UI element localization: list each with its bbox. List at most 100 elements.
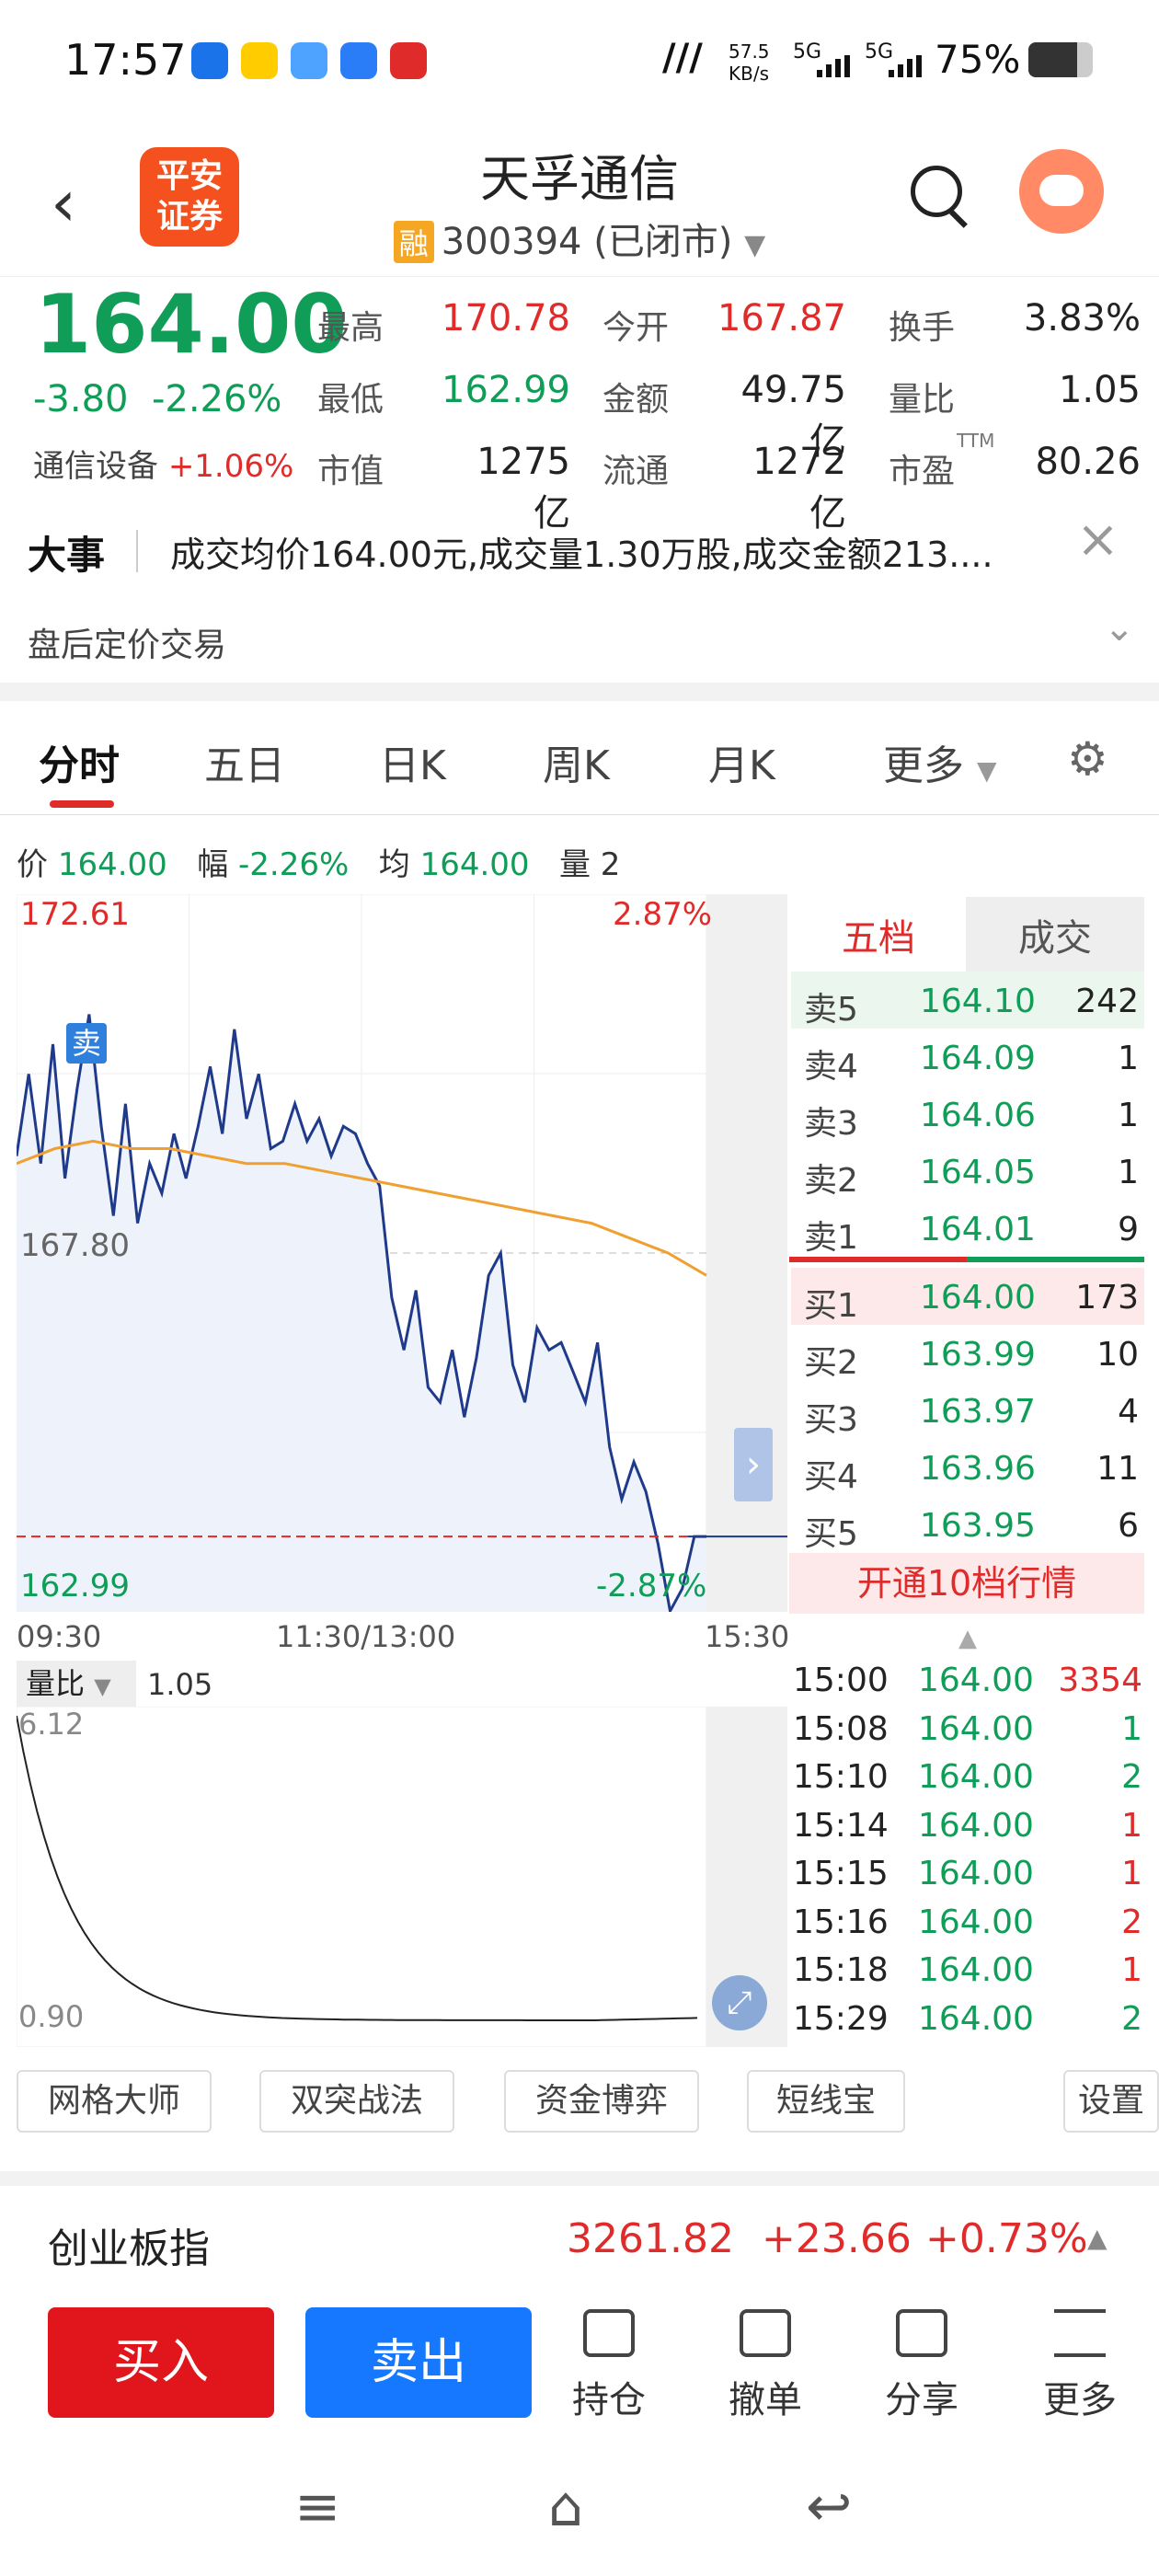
tool-grid-master[interactable]: 网格大师 [17, 2070, 212, 2133]
quote-field-label: 金额 [602, 381, 670, 419]
quote-field-value: 162.99 [442, 369, 570, 411]
more-list-icon [1054, 2309, 1106, 2357]
tool-short-term[interactable]: 短线宝 [747, 2070, 905, 2133]
positions-button[interactable]: 持仓 [545, 2309, 673, 2423]
level-price: 164.09 [920, 1040, 1036, 1077]
home-nav-icon[interactable]: ⌂ [548, 2475, 583, 2539]
tab-five-levels[interactable]: 五档 [791, 897, 966, 980]
index-ticker[interactable]: 创业板指 3261.82 +23.66 +0.73% ▲ [0, 2171, 1159, 2296]
app-notification-icon [291, 42, 327, 79]
trade-time: 15:10 [793, 1758, 889, 1796]
menu-nav-icon[interactable]: ≡ [294, 2475, 340, 2539]
level-price: 164.06 [920, 1097, 1036, 1134]
stock-header: ‹ 平安 证券 天孚通信 融 300394 (已闭市) ▼ [0, 120, 1159, 276]
trade-row: 15:29 164.00 2 [793, 1995, 1142, 2042]
index-change: +23.66 [762, 2215, 912, 2262]
tab-trades[interactable]: 成交 [966, 897, 1144, 980]
order-book-row[interactable]: 买4 163.96 11 [791, 1439, 1144, 1496]
tab-more[interactable]: 更多 ▼ [883, 732, 997, 791]
vol-top-label: 6.12 [18, 1707, 85, 1742]
status-time: 17:57 [64, 35, 187, 85]
level-price: 164.10 [920, 983, 1036, 1020]
news-label: 大事 [28, 533, 106, 578]
tool-capital-game[interactable]: 资金博弈 [504, 2070, 699, 2133]
trade-price: 164.00 [918, 1709, 1034, 1748]
vol-bottom-label: 0.90 [18, 1999, 85, 2034]
order-book-row[interactable]: 卖4 164.09 1 [791, 1029, 1144, 1086]
sell-marker[interactable]: 卖 [66, 1023, 107, 1064]
tab-intraday[interactable]: 分时 [39, 732, 120, 791]
trade-row: 15:15 164.00 1 [793, 1849, 1142, 1897]
chevron-down-icon[interactable]: ⌄ [1104, 607, 1135, 650]
stock-code-selector[interactable]: 融 300394 (已闭市) ▼ [0, 212, 1159, 265]
dropdown-triangle-icon: ▼ [744, 229, 766, 261]
tab-monthly-k[interactable]: 月K [708, 732, 775, 791]
level-label: 卖1 [804, 1219, 858, 1257]
order-book-row[interactable]: 买5 163.95 6 [791, 1496, 1144, 1553]
chart-mid-price: 167.80 [20, 1227, 130, 1264]
level-price: 163.99 [920, 1336, 1036, 1374]
chart-bottom-pct: -2.87% [596, 1568, 707, 1604]
quote-field-label: 今开 [602, 309, 670, 347]
order-book-row[interactable]: 买1 164.00 173 [791, 1268, 1144, 1325]
search-icon[interactable] [911, 166, 962, 217]
app-notification-icon [390, 42, 427, 79]
order-book-row[interactable]: 买3 163.97 4 [791, 1382, 1144, 1439]
share-button[interactable]: 分享 [857, 2309, 986, 2423]
volume-indicator-selector[interactable]: 量比 ▼ [17, 1661, 136, 1707]
fullscreen-icon[interactable]: ⤢ [712, 1975, 767, 2030]
battery-icon [1028, 42, 1093, 77]
trade-price: 164.00 [918, 1855, 1034, 1892]
cancel-order-button[interactable]: 撤单 [701, 2309, 830, 2423]
tab-daily-k[interactable]: 日K [379, 732, 446, 791]
close-icon[interactable]: × [1076, 510, 1119, 569]
trade-volume: 1 [1121, 1855, 1142, 1892]
settings-gear-icon[interactable]: ⚙ [1067, 732, 1108, 786]
vol-background [16, 1706, 707, 2048]
chevron-right-icon[interactable]: › [734, 1428, 773, 1501]
order-book-row[interactable]: 卖1 164.01 9 [791, 1200, 1144, 1257]
intraday-chart[interactable]: 172.61 2.87% 167.80 162.99 -2.87% 卖 › [15, 893, 787, 1616]
order-book-row[interactable]: 卖2 164.05 1 [791, 1143, 1144, 1200]
trade-volume: 1 [1121, 1806, 1142, 1845]
stock-code: 300394 (已闭市) [441, 221, 733, 263]
quote-field-label: 流通 [602, 453, 670, 490]
level-price: 164.01 [920, 1211, 1036, 1248]
tab-weekly-k[interactable]: 周K [543, 732, 610, 791]
chart-bottom-price: 162.99 [20, 1568, 130, 1604]
trade-volume: 3354 [1058, 1662, 1142, 1699]
news-text[interactable]: 成交均价164.00元,成交量1.30万股,成交金额213.... [170, 526, 1072, 577]
expand-triangle-icon[interactable]: ▲ [1087, 2223, 1107, 2253]
level-price: 164.05 [920, 1154, 1036, 1191]
after-hours-trading[interactable]: 盘后定价交易 [28, 618, 226, 666]
trade-row: 15:10 164.00 2 [793, 1753, 1142, 1800]
assistant-avatar[interactable] [1019, 149, 1104, 234]
scroll-up-triangle-icon[interactable]: ▲ [958, 1625, 977, 1652]
buy-button[interactable]: 买入 [48, 2307, 274, 2418]
sell-button[interactable]: 卖出 [305, 2307, 532, 2418]
order-book-row[interactable]: 卖3 164.06 1 [791, 1086, 1144, 1143]
upgrade-10-levels-button[interactable]: 开通10档行情 [789, 1553, 1144, 1614]
ttm-label: TTM [957, 430, 995, 452]
net-speed: 57.5 KB/s [729, 40, 770, 85]
back-nav-icon[interactable]: ↩ [806, 2475, 852, 2539]
level-label: 卖5 [804, 991, 858, 1029]
trade-price: 164.00 [918, 1903, 1034, 1941]
time-end: 15:30 [705, 1619, 790, 1654]
order-book-row[interactable]: 买2 163.99 10 [791, 1325, 1144, 1382]
volume-ratio-chart[interactable]: 6.12 0.90 ⤢ [16, 1706, 787, 2048]
quote-field-label: 最低 [317, 381, 384, 419]
trade-price: 164.00 [918, 1662, 1034, 1699]
more-button[interactable]: 更多 [1016, 2309, 1144, 2423]
quote-field-value: 170.78 [442, 297, 570, 339]
active-tab-indicator [50, 800, 114, 808]
tool-settings[interactable]: 设置 [1063, 2070, 1159, 2133]
order-book-row[interactable]: 卖5 164.10 242 [791, 972, 1144, 1029]
tool-double-breakout[interactable]: 双突战法 [259, 2070, 454, 2133]
tab-five-day[interactable]: 五日 [204, 732, 285, 791]
trade-time: 15:15 [793, 1855, 889, 1892]
sector-info[interactable]: 通信设备 +1.06% [33, 441, 293, 486]
trade-time: 15:14 [793, 1806, 889, 1845]
current-price: 164.00 [35, 277, 348, 372]
positions-icon [583, 2309, 635, 2357]
